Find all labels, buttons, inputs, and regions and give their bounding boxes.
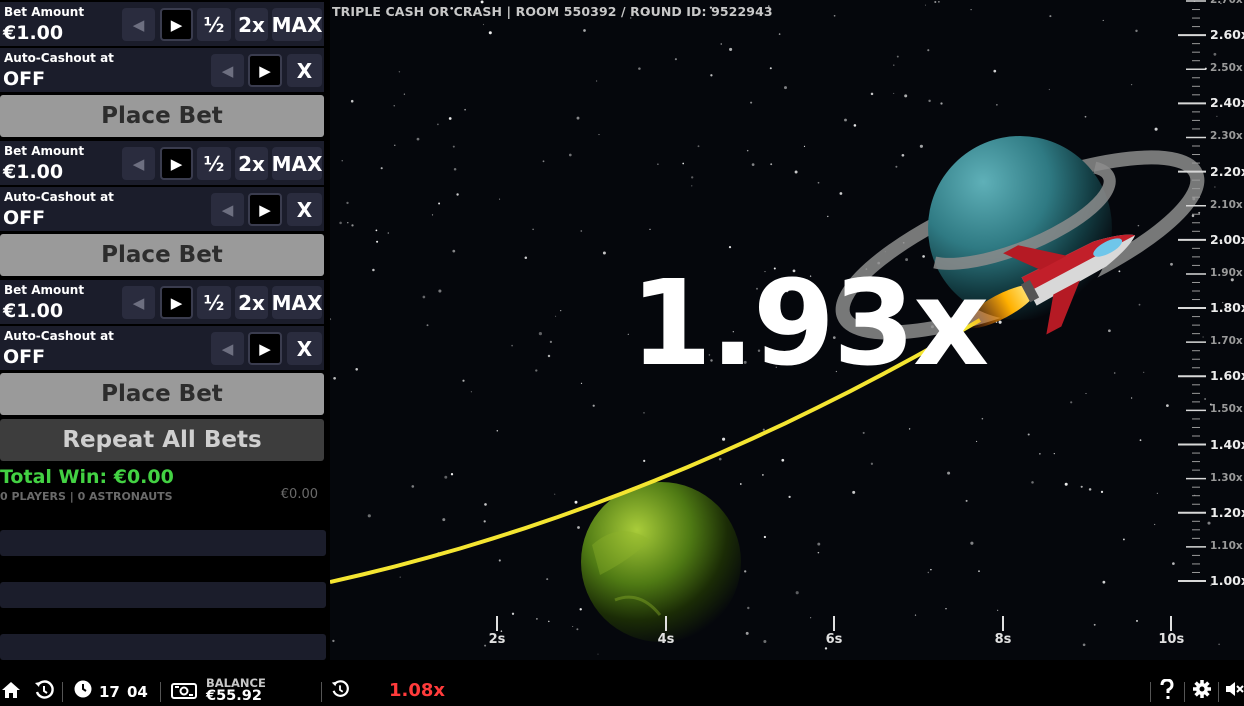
- bet-amount-row-2: Bet Amount €1.00 ◀ ▶ ½ 2x MAX: [0, 141, 324, 185]
- clear-autocashout-button[interactable]: X: [287, 54, 322, 87]
- x-axis-tick-label: 2s: [488, 632, 506, 647]
- player-list-row: [0, 530, 326, 556]
- increase-bet-button[interactable]: ▶: [160, 286, 193, 319]
- bet-amount-value: €1.00: [3, 22, 64, 44]
- y-axis-tick-label: 2.30x: [1210, 130, 1243, 143]
- repeat-all-bets-button[interactable]: Repeat All Bets: [0, 419, 324, 461]
- clear-autocashout-button[interactable]: X: [287, 332, 322, 365]
- history-icon[interactable]: [33, 679, 55, 701]
- autocashout-value: OFF: [3, 346, 46, 368]
- game-round-info: TRIPLE CASH OR CRASH | ROOM 550392 / ROU…: [332, 4, 773, 19]
- help-icon[interactable]: [1158, 679, 1176, 701]
- balance-value: €55.92: [206, 688, 262, 704]
- y-axis-tick-label: 1.60x: [1210, 368, 1244, 384]
- y-axis-tick-label: 1.80x: [1210, 300, 1244, 316]
- bet-amount-value: €1.00: [3, 161, 64, 183]
- place-bet-button[interactable]: Place Bet: [0, 373, 324, 415]
- betting-panel: Bet Amount €1.00 ◀ ▶ ½ 2x MAX Auto-Casho…: [0, 0, 330, 660]
- clear-autocashout-button[interactable]: X: [287, 193, 322, 226]
- double-bet-button[interactable]: 2x: [235, 286, 268, 319]
- bet-amount-row-1: Bet Amount €1.00 ◀ ▶ ½ 2x MAX: [0, 2, 324, 46]
- y-axis-tick-label: 2.10x: [1210, 198, 1243, 211]
- y-axis-tick-label: 1.50x: [1210, 403, 1243, 416]
- place-bet-button[interactable]: Place Bet: [0, 95, 324, 137]
- autocashout-value: OFF: [3, 68, 46, 90]
- y-axis-tick-label: 2.50x: [1210, 62, 1243, 75]
- increase-bet-button[interactable]: ▶: [160, 147, 193, 180]
- max-bet-button[interactable]: MAX: [272, 8, 322, 41]
- autocashout-value: OFF: [3, 207, 46, 229]
- y-axis-tick-label: 2.00x: [1210, 231, 1244, 247]
- footer-divider: [1184, 682, 1185, 702]
- home-icon[interactable]: [0, 679, 22, 701]
- footer-divider: [62, 682, 63, 702]
- players-win-total: €0.00: [280, 487, 318, 502]
- current-multiplier: 1.93x: [630, 254, 989, 392]
- y-axis-tick-label: 2.60x: [1210, 27, 1244, 43]
- place-bet-button[interactable]: Place Bet: [0, 234, 324, 276]
- autocashout-label: Auto-Cashout at: [4, 51, 114, 65]
- footer-divider: [160, 682, 161, 702]
- player-list-row: [0, 634, 326, 660]
- autocashout-label: Auto-Cashout at: [4, 329, 114, 343]
- y-axis-tick-label: 1.70x: [1210, 335, 1243, 348]
- autocashout-row-3: Auto-Cashout at OFF ◀ ▶ X: [0, 326, 324, 370]
- green-planet-illustration: [581, 482, 741, 642]
- decrease-autocashout-button[interactable]: ◀: [211, 54, 244, 87]
- autocashout-label: Auto-Cashout at: [4, 190, 114, 204]
- footer-divider: [1150, 682, 1151, 702]
- game-area: TRIPLE CASH OR CRASH | ROOM 550392 / ROU…: [330, 0, 1244, 660]
- y-axis-tick-label: 2.20x: [1210, 163, 1244, 179]
- double-bet-button[interactable]: 2x: [235, 147, 268, 180]
- y-axis-tick-label: 1.90x: [1210, 266, 1243, 279]
- mute-icon[interactable]: [1224, 679, 1244, 699]
- footer-bar: 17 04 BALANCE €55.92 1.08x: [0, 676, 1244, 706]
- settings-icon[interactable]: [1192, 679, 1212, 699]
- y-axis-tick-label: 2.70x: [1210, 0, 1243, 6]
- y-axis-tick-label: 1.10x: [1210, 539, 1243, 552]
- bet-amount-value: €1.00: [3, 300, 64, 322]
- clock-hours: 17: [99, 683, 120, 701]
- half-bet-button[interactable]: ½: [197, 286, 231, 319]
- y-axis-tick-label: 1.00x: [1210, 573, 1244, 588]
- increase-autocashout-button[interactable]: ▶: [248, 54, 282, 87]
- players-info: 0 PLAYERS | 0 ASTRONAUTS: [0, 490, 173, 503]
- max-bet-button[interactable]: MAX: [272, 147, 322, 180]
- x-axis-tick-label: 4s: [657, 632, 675, 647]
- increase-autocashout-button[interactable]: ▶: [248, 193, 282, 226]
- clock-minutes: 04: [127, 683, 148, 701]
- half-bet-button[interactable]: ½: [197, 8, 231, 41]
- x-axis-tick-label: 10s: [1158, 632, 1185, 647]
- clock-icon: [74, 680, 92, 698]
- y-axis-tick-label: 1.30x: [1210, 471, 1243, 484]
- wallet-icon: [171, 683, 197, 699]
- x-axis-tick-label: 6s: [825, 632, 843, 647]
- footer-divider: [1218, 682, 1219, 702]
- bet-amount-row-3: Bet Amount €1.00 ◀ ▶ ½ 2x MAX: [0, 280, 324, 324]
- bet-amount-label: Bet Amount: [4, 283, 85, 297]
- decrease-autocashout-button[interactable]: ◀: [211, 332, 244, 365]
- bet-amount-label: Bet Amount: [4, 144, 85, 158]
- autocashout-row-1: Auto-Cashout at OFF ◀ ▶ X: [0, 48, 324, 92]
- decrease-autocashout-button[interactable]: ◀: [211, 193, 244, 226]
- half-bet-button[interactable]: ½: [197, 147, 231, 180]
- y-axis-tick-label: 1.20x: [1210, 504, 1244, 520]
- total-win: Total Win: €0.00: [0, 466, 174, 488]
- increase-autocashout-button[interactable]: ▶: [248, 332, 282, 365]
- footer-divider: [321, 682, 322, 702]
- autocashout-row-2: Auto-Cashout at OFF ◀ ▶ X: [0, 187, 324, 231]
- bet-amount-label: Bet Amount: [4, 5, 85, 19]
- increase-bet-button[interactable]: ▶: [160, 8, 193, 41]
- decrease-bet-button[interactable]: ◀: [122, 147, 155, 180]
- max-bet-button[interactable]: MAX: [272, 286, 322, 319]
- player-list-row: [0, 582, 326, 608]
- decrease-bet-button[interactable]: ◀: [122, 8, 155, 41]
- decrease-bet-button[interactable]: ◀: [122, 286, 155, 319]
- y-axis-tick-label: 2.40x: [1210, 95, 1244, 111]
- y-axis-tick-label: 1.40x: [1210, 436, 1244, 452]
- double-bet-button[interactable]: 2x: [235, 8, 268, 41]
- last-multiplier: 1.08x: [389, 680, 446, 701]
- x-axis-tick-label: 8s: [994, 632, 1012, 647]
- round-history-icon[interactable]: [330, 679, 350, 699]
